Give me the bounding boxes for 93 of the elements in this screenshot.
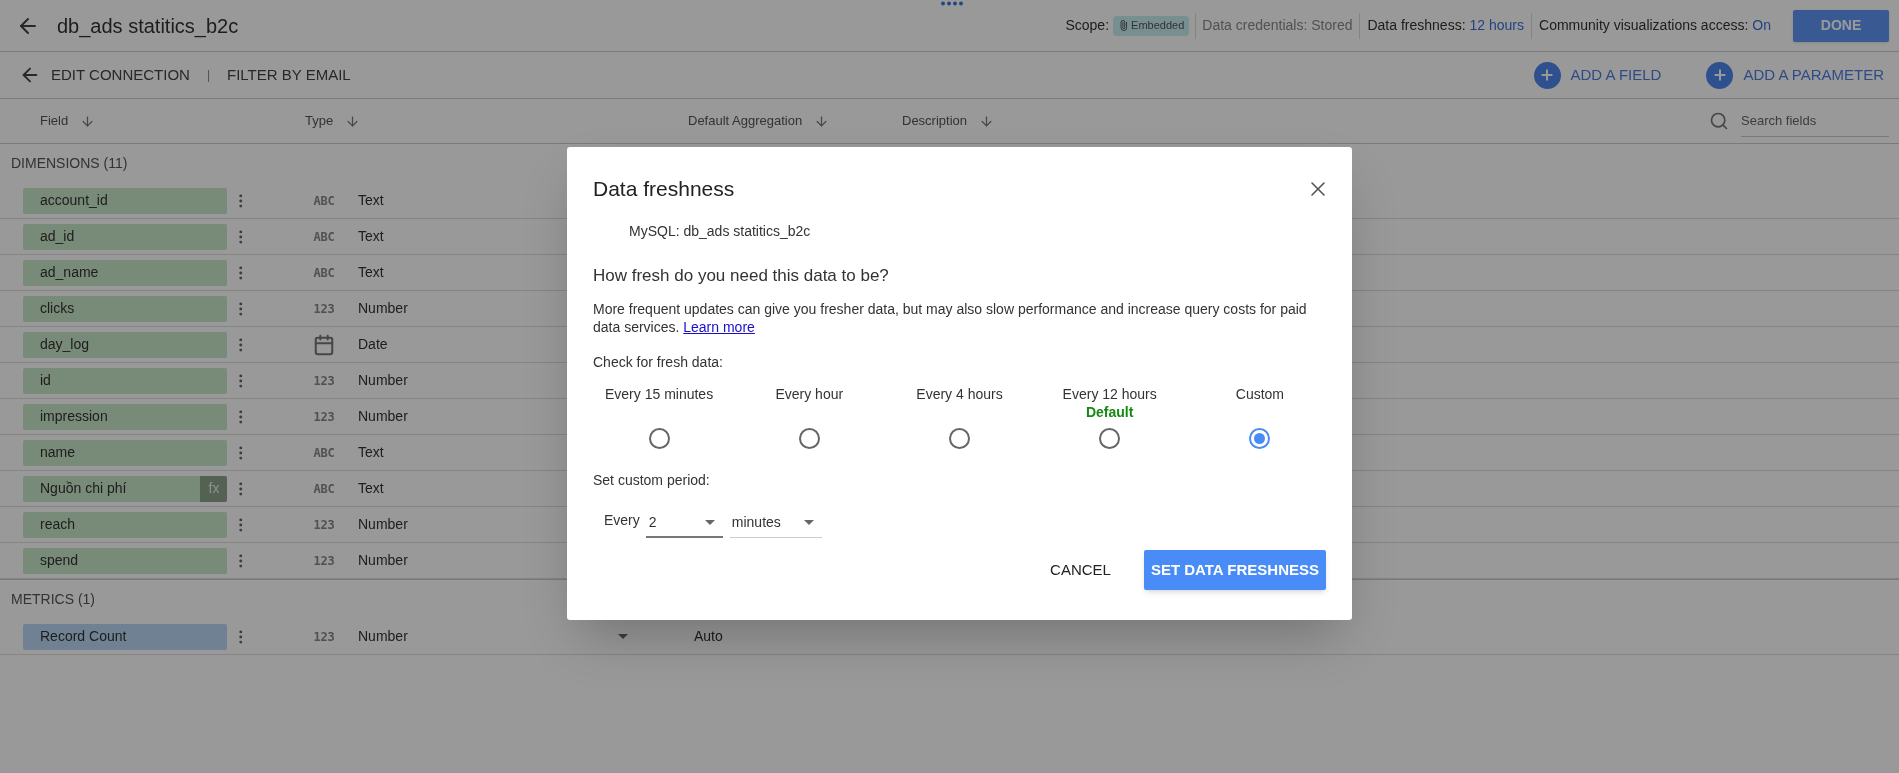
- scope-chip: Embedded: [1113, 15, 1190, 36]
- filter-by-email-button[interactable]: FILTER BY EMAIL: [227, 63, 351, 87]
- plus-icon: [1533, 61, 1561, 89]
- type-icon: 123: [313, 407, 335, 426]
- scope-label: Scope:: [1065, 16, 1110, 35]
- drag-handle-icon[interactable]: [940, 1, 964, 6]
- search-field[interactable]: Search fields: [1741, 105, 1889, 137]
- type-label: Text: [358, 227, 384, 246]
- page-title: db_ads statitics_b2c: [57, 13, 239, 40]
- add-parameter-button[interactable]: ADD A PARAMETER: [1706, 61, 1884, 89]
- radio-button[interactable]: [648, 428, 670, 449]
- edit-connection-button[interactable]: EDIT CONNECTION: [51, 63, 190, 87]
- sort-icon[interactable]: [979, 113, 995, 129]
- set-data-freshness-button[interactable]: SET DATA FRESHNESS: [1143, 550, 1326, 590]
- option-label: Custom: [1235, 386, 1284, 403]
- field-chip[interactable]: reach: [23, 511, 228, 538]
- done-button[interactable]: DONE: [1793, 9, 1889, 42]
- dialog-description: More frequent updates can give you fresher data, but may also slow performance and increase query costs for paid data services. Learn more: [592, 300, 1308, 336]
- field-chip[interactable]: Nguồn chi phí fx: [23, 475, 228, 502]
- community-access-link[interactable]: On: [1752, 15, 1771, 36]
- unit-dropdown[interactable]: minutes: [729, 508, 822, 538]
- freshness-link[interactable]: 12 hours: [1469, 15, 1524, 36]
- field-chip[interactable]: ad_name: [23, 259, 228, 286]
- freshness-label: Data freshness:: [1367, 16, 1466, 35]
- type-icon: ABC: [313, 227, 335, 246]
- option-label: Every hour: [775, 386, 844, 403]
- type-icon: ABC: [313, 263, 335, 282]
- default-label: Default: [1085, 402, 1134, 422]
- radio-button[interactable]: [949, 428, 970, 449]
- type-label: Number: [358, 299, 408, 318]
- field-chip[interactable]: spend: [23, 547, 228, 574]
- type-icon: ABC: [313, 479, 335, 498]
- field-chip[interactable]: impression: [23, 403, 228, 430]
- formula-badge: fx: [200, 475, 228, 502]
- amount-dropdown[interactable]: 2: [645, 508, 723, 538]
- dialog-question: How fresh do you need this data to be?: [593, 265, 889, 285]
- dropdown-caret-icon: [704, 519, 715, 525]
- radio-button[interactable]: [798, 428, 820, 449]
- community-access-label: Community visualizations access:: [1539, 16, 1749, 35]
- toolbar-separator: |: [206, 67, 211, 84]
- option-label: Every 15 minutes: [605, 386, 714, 403]
- field-chip[interactable]: account_id: [23, 187, 228, 214]
- cancel-button[interactable]: CANCEL: [1040, 550, 1121, 590]
- radio-button[interactable]: [1249, 428, 1271, 449]
- every-label: Every: [604, 511, 640, 530]
- learn-more-link[interactable]: Learn more: [683, 319, 755, 335]
- type-label: Text: [358, 263, 384, 282]
- type-label: Text: [358, 443, 384, 462]
- sort-icon[interactable]: [345, 113, 361, 129]
- type-icon: ABC: [313, 443, 335, 462]
- field-chip[interactable]: day_log: [23, 331, 228, 358]
- option-label: Every 12 hours: [1062, 386, 1157, 403]
- plus-icon: [1706, 61, 1734, 89]
- column-header[interactable]: Field: [40, 111, 69, 131]
- type-icon: 123: [313, 299, 335, 318]
- type-icon: ABC: [313, 191, 335, 210]
- field-chip[interactable]: name: [23, 439, 228, 466]
- field-chip[interactable]: ad_id: [23, 223, 228, 250]
- aggregation-value: Auto: [694, 627, 723, 646]
- add-field-button[interactable]: ADD A FIELD: [1533, 61, 1662, 89]
- type-label: Number: [358, 551, 408, 570]
- type-label: Date: [358, 335, 388, 354]
- type-icon: 123: [313, 627, 335, 646]
- type-label: Number: [358, 371, 408, 390]
- sort-icon[interactable]: [80, 113, 96, 129]
- column-header[interactable]: Type: [305, 111, 334, 131]
- section-heading: DIMENSIONS (11): [11, 154, 128, 173]
- type-icon: 123: [313, 515, 335, 534]
- sort-icon[interactable]: [814, 113, 830, 129]
- type-icon: 123: [313, 371, 335, 390]
- field-chip[interactable]: clicks: [23, 295, 228, 322]
- check-label: Check for fresh data:: [593, 354, 723, 370]
- dropdown-caret-icon: [618, 634, 628, 639]
- field-chip[interactable]: id: [23, 367, 228, 394]
- type-label: Text: [358, 479, 384, 498]
- column-header[interactable]: Description: [902, 111, 968, 131]
- calendar-icon: [313, 333, 335, 356]
- radio-button[interactable]: [1099, 428, 1121, 449]
- section-heading: METRICS (1): [11, 590, 95, 609]
- type-label: Number: [358, 407, 408, 426]
- dropdown-caret-icon: [803, 520, 814, 525]
- type-label: Text: [358, 191, 384, 210]
- type-icon: 123: [313, 551, 335, 570]
- type-label: Number: [358, 627, 408, 646]
- data-source-text: MySQL: db_ads statitics_b2c: [629, 222, 811, 239]
- column-header[interactable]: Default Aggregation: [688, 111, 803, 131]
- search-icon: [1709, 111, 1729, 131]
- custom-period-label: Set custom period:: [593, 472, 710, 488]
- option-label: Every 4 hours: [916, 386, 1003, 403]
- dialog-title: Data freshness: [593, 176, 735, 202]
- type-label: Number: [358, 515, 408, 534]
- field-chip[interactable]: Record Count: [23, 623, 228, 650]
- credentials-text: Data credentials: Stored: [1202, 16, 1353, 35]
